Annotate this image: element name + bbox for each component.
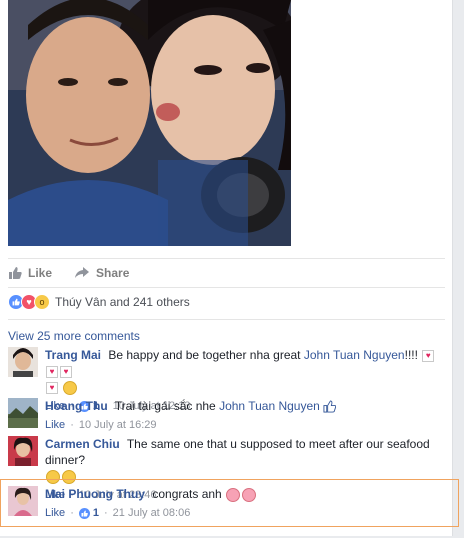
comment-timestamp[interactable]: 10 July at 16:29 bbox=[79, 417, 157, 433]
view-more-comments-link[interactable]: View 25 more comments bbox=[8, 329, 140, 343]
heart-emoji-icon: ♥ bbox=[60, 365, 72, 378]
wow-reaction-icon: o bbox=[34, 294, 50, 310]
share-arrow-icon bbox=[74, 266, 90, 280]
avatar[interactable] bbox=[8, 398, 38, 428]
comment-item: Hoang Thu Trai tài gái sắc nhe John Tuan… bbox=[8, 398, 445, 433]
like-button[interactable]: Like bbox=[8, 266, 52, 280]
comment-text: Be happy and be together nha great bbox=[108, 348, 301, 362]
comment-like-button[interactable]: Like bbox=[45, 417, 65, 433]
avatar[interactable] bbox=[8, 436, 38, 466]
tagged-user[interactable]: John Tuan Nguyen bbox=[219, 399, 320, 413]
tagged-user[interactable]: John Tuan Nguyen bbox=[304, 348, 405, 362]
comment-author[interactable]: Hoang Thu bbox=[45, 399, 108, 413]
comment-text: Trai tài gái sắc nhe bbox=[114, 399, 216, 413]
post-photo[interactable] bbox=[8, 0, 291, 246]
comment-text-suffix: !!!! bbox=[404, 348, 418, 362]
avatar[interactable] bbox=[8, 347, 38, 377]
heart-emoji-icon: ♥ bbox=[422, 349, 435, 362]
heart-emoji-icon: ♥ bbox=[46, 381, 58, 394]
divider bbox=[8, 319, 445, 320]
smile-emoji-icon bbox=[63, 380, 78, 395]
share-button[interactable]: Share bbox=[74, 266, 129, 280]
post-card: Like Share ♥ o Thúy Vân and 241 others V… bbox=[0, 0, 459, 536]
comment-meta: Like · 10 July at 16:29 bbox=[45, 417, 157, 433]
thumbs-up-emoji-icon bbox=[323, 399, 337, 413]
comment-body: Hoang Thu Trai tài gái sắc nhe John Tuan… bbox=[45, 398, 440, 433]
comment-author[interactable]: Trang Mai bbox=[45, 348, 101, 362]
reactions-text: Thúy Vân and 241 others bbox=[55, 295, 190, 309]
post-photo-image bbox=[8, 0, 291, 246]
like-label: Like bbox=[28, 266, 53, 280]
comment-item: Carmen Chiu The same one that u supposed… bbox=[8, 436, 445, 501]
thumbs-up-icon bbox=[8, 266, 22, 280]
heart-emoji-icon: ♥ bbox=[46, 365, 58, 378]
share-label: Share bbox=[96, 266, 130, 280]
comment-author[interactable]: Carmen Chiu bbox=[45, 437, 120, 451]
comment-highlight-frame bbox=[0, 479, 459, 527]
reactions-summary[interactable]: ♥ o Thúy Vân and 241 others bbox=[8, 292, 190, 312]
comment-item: Trang Mai Be happy and be together nha g… bbox=[8, 347, 445, 412]
post-action-bar: Like Share bbox=[8, 258, 445, 288]
